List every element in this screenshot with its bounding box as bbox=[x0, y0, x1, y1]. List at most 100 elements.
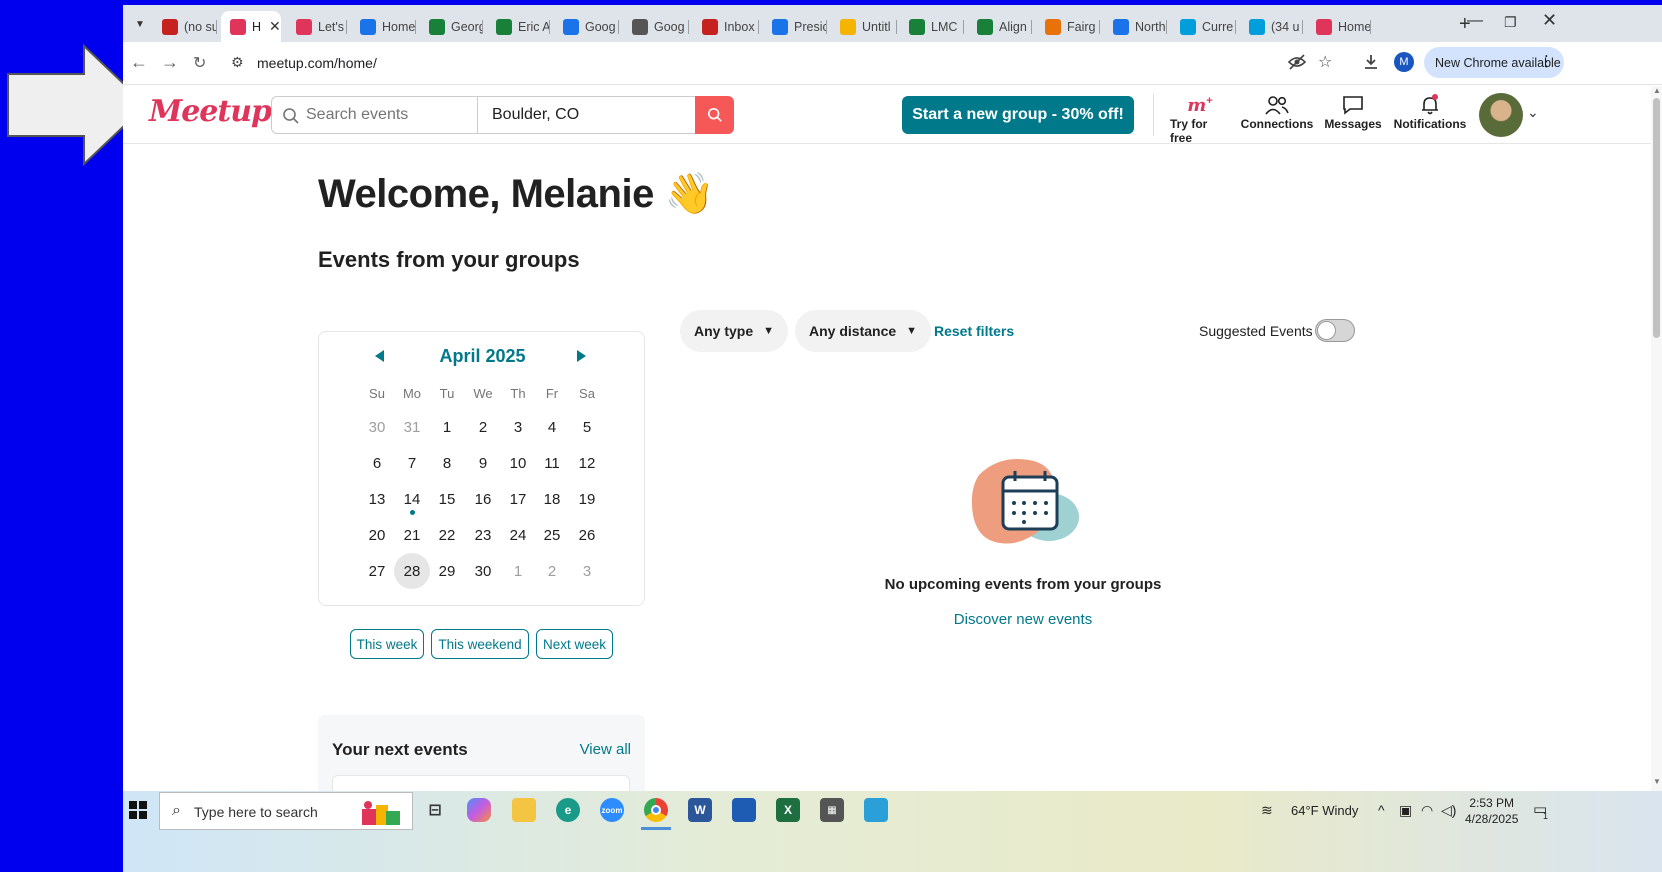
calendar-day[interactable]: 30 bbox=[359, 409, 395, 445]
eye-off-icon[interactable] bbox=[1288, 54, 1306, 70]
tab-search-button[interactable]: ▼ bbox=[129, 13, 151, 35]
excel-icon[interactable]: X bbox=[776, 798, 800, 822]
calendar-day[interactable]: 14 bbox=[394, 481, 430, 517]
system-clock[interactable]: 2:53 PM 4/28/2025 bbox=[1465, 795, 1518, 827]
device-icon[interactable]: ▣ bbox=[1399, 802, 1412, 819]
chrome-icon[interactable] bbox=[644, 798, 668, 822]
view-all-link[interactable]: View all bbox=[580, 741, 631, 758]
photos-icon[interactable] bbox=[864, 798, 888, 822]
calendar-day[interactable]: 13 bbox=[359, 481, 395, 517]
calendar-day[interactable]: 5 bbox=[569, 409, 605, 445]
browser-tab[interactable]: Let's j bbox=[287, 11, 347, 42]
calendar-day[interactable]: 6 bbox=[359, 445, 395, 481]
download-icon[interactable] bbox=[1363, 54, 1379, 70]
volume-icon[interactable]: ◁) bbox=[1441, 802, 1456, 819]
calendar-day[interactable]: 25 bbox=[534, 517, 570, 553]
site-info-icon[interactable]: ⚙ bbox=[231, 54, 244, 71]
scroll-up-icon[interactable]: ▲ bbox=[1653, 86, 1661, 95]
calendar-day[interactable]: 2 bbox=[465, 409, 501, 445]
calendar-day[interactable]: 20 bbox=[359, 517, 395, 553]
user-avatar[interactable] bbox=[1479, 93, 1523, 137]
calendar-day[interactable]: 18 bbox=[534, 481, 570, 517]
profile-avatar[interactable]: M bbox=[1394, 52, 1414, 72]
back-button[interactable]: ← bbox=[130, 52, 148, 73]
close-window-button[interactable]: ✕ bbox=[1542, 10, 1557, 31]
zoom-icon[interactable]: zoom bbox=[600, 798, 624, 822]
browser-tab[interactable]: Align bbox=[968, 11, 1032, 42]
calendar-day[interactable]: 27 bbox=[359, 553, 395, 589]
calendar-day[interactable]: 11 bbox=[534, 445, 570, 481]
calendar-day[interactable]: 9 bbox=[465, 445, 501, 481]
word-icon[interactable]: W bbox=[688, 798, 712, 822]
search-events-input[interactable] bbox=[306, 97, 476, 133]
browser-tab[interactable]: Untitl bbox=[831, 11, 897, 42]
browser-tab[interactable]: Curre bbox=[1171, 11, 1236, 42]
calendar-day[interactable]: 15 bbox=[429, 481, 465, 517]
calendar-day[interactable]: 29 bbox=[429, 553, 465, 589]
scroll-down-icon[interactable]: ▼ bbox=[1653, 777, 1661, 786]
reload-button[interactable]: ↻ bbox=[193, 53, 206, 73]
location-input[interactable] bbox=[492, 97, 692, 133]
browser-tab[interactable]: H ✕ bbox=[221, 11, 281, 42]
chrome-update-button[interactable]: New Chrome available ⋮ bbox=[1424, 47, 1564, 78]
browser-tab[interactable]: Fairg bbox=[1036, 11, 1100, 42]
browser-tab[interactable]: Inbox bbox=[693, 11, 759, 42]
calendar-day[interactable]: 3 bbox=[500, 409, 536, 445]
calendar-day[interactable]: 21 bbox=[394, 517, 430, 553]
calendar-day[interactable]: 8 bbox=[429, 445, 465, 481]
browser-tab[interactable]: Goog bbox=[554, 11, 619, 42]
nav-connections[interactable]: Connections bbox=[1241, 93, 1313, 131]
edge-icon[interactable]: e bbox=[556, 798, 580, 822]
reset-filters-link[interactable]: Reset filters bbox=[934, 323, 1014, 339]
wifi-icon[interactable]: ◠ bbox=[1421, 802, 1433, 819]
search-button[interactable] bbox=[695, 96, 734, 134]
minimize-button[interactable]: — bbox=[1467, 12, 1483, 30]
close-tab-icon[interactable]: ✕ bbox=[269, 18, 281, 35]
address-bar[interactable]: ⚙ meetup.com/home/ bbox=[223, 48, 1373, 79]
file-explorer-icon[interactable] bbox=[512, 798, 536, 822]
calendar-day[interactable]: 1 bbox=[429, 409, 465, 445]
bookmark-star-icon[interactable]: ☆ bbox=[1318, 52, 1332, 72]
calendar-day[interactable]: 4 bbox=[534, 409, 570, 445]
type-filter-dropdown[interactable]: Any type ▼ bbox=[680, 310, 789, 352]
chevron-down-icon[interactable]: ⌄ bbox=[1527, 104, 1539, 121]
calendar-day[interactable]: 22 bbox=[429, 517, 465, 553]
browser-tab[interactable]: North bbox=[1104, 11, 1167, 42]
start-group-button[interactable]: Start a new group - 30% off! bbox=[902, 96, 1134, 134]
app-icon[interactable] bbox=[732, 798, 756, 822]
calculator-icon[interactable]: ▦ bbox=[820, 798, 844, 822]
browser-tab[interactable]: Home bbox=[351, 11, 416, 42]
calendar-day[interactable]: 12 bbox=[569, 445, 605, 481]
restore-button[interactable]: ❐ bbox=[1504, 14, 1517, 31]
browser-tab[interactable]: (34 u bbox=[1240, 11, 1303, 42]
this-week-button[interactable]: This week bbox=[350, 629, 424, 659]
scrollbar-thumb[interactable] bbox=[1653, 98, 1660, 338]
discover-events-link[interactable]: Discover new events bbox=[823, 611, 1223, 628]
nav-notifications[interactable]: Notifications bbox=[1394, 93, 1466, 131]
windows-start-icon[interactable] bbox=[129, 801, 147, 819]
browser-tab[interactable]: (no su bbox=[153, 11, 217, 42]
calendar-day[interactable]: 28 bbox=[394, 553, 430, 589]
next-week-button[interactable]: Next week bbox=[536, 629, 613, 659]
calendar-day[interactable]: 24 bbox=[500, 517, 536, 553]
browser-tab[interactable]: Home bbox=[1307, 11, 1371, 42]
nav-messages[interactable]: Messages bbox=[1323, 93, 1383, 131]
calendar-day[interactable]: 7 bbox=[394, 445, 430, 481]
meetup-logo[interactable]: Meetup bbox=[149, 94, 272, 129]
calendar-day[interactable]: 17 bbox=[500, 481, 536, 517]
browser-tab[interactable]: LMC bbox=[900, 11, 964, 42]
next-month-icon[interactable] bbox=[577, 350, 586, 362]
this-weekend-button[interactable]: This weekend bbox=[431, 629, 529, 659]
calendar-day[interactable]: 10 bbox=[500, 445, 536, 481]
suggested-events-toggle[interactable] bbox=[1315, 319, 1355, 342]
browser-tab[interactable]: Goog bbox=[623, 11, 689, 42]
page-scrollbar[interactable]: ▲ bbox=[1651, 86, 1662, 791]
calendar-day[interactable]: 23 bbox=[465, 517, 501, 553]
browser-tab[interactable]: Georg bbox=[420, 11, 483, 42]
calendar-day[interactable]: 19 bbox=[569, 481, 605, 517]
taskbar-search-box[interactable]: ⌕ Type here to search bbox=[159, 792, 413, 830]
calendar-day[interactable]: 3 bbox=[569, 553, 605, 589]
nav-try-for-free[interactable]: m + Try for free bbox=[1170, 93, 1230, 146]
calendar-day[interactable]: 16 bbox=[465, 481, 501, 517]
copilot-icon[interactable] bbox=[467, 798, 491, 822]
